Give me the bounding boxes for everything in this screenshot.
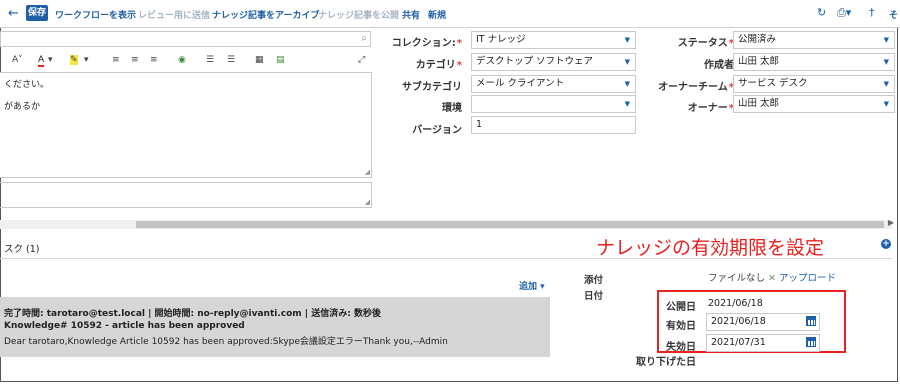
chevron-down-icon: ▼ [883,100,889,108]
send-for-review-button[interactable]: レビュー用に送信 [138,8,210,21]
editor-toolbar: A˅ A ▾ ✎ ▾ ≡ ≡ ≡ ◉ ☰ ☰ ▦ ▤ ⤢ [0,50,372,73]
owner-team-select[interactable]: サービス デスク ▼ [733,75,895,93]
collection-label: コレクション:* [391,38,462,49]
collection-select[interactable]: IT ナレッジ ▼ [471,31,636,49]
owner-team-label: オーナーチーム* [658,82,734,93]
horizontal-scrollbar[interactable]: ▶ [0,218,894,229]
subcategory-select[interactable]: メール クライアント ▼ [471,75,636,93]
chevron-down-icon: ▼ [624,36,630,44]
category-label: カテゴリ* [415,60,462,71]
status-select[interactable]: 公開済み ▼ [733,31,895,49]
add-icon[interactable]: + [881,239,891,249]
search-icon[interactable]: ⌕ [361,33,367,44]
fullscreen-icon[interactable]: ⤢ [358,55,365,65]
creator-select[interactable]: 山田 太郎 ▼ [733,53,895,71]
dates-heading: 日付 [584,291,604,302]
upload-link[interactable]: アップロード [779,273,836,284]
email-body: Dear tarotaro,Knowledge Article 10592 ha… [4,337,448,347]
editor-text-line: ください。 [4,80,50,90]
version-label: バージョン [412,125,462,136]
new-button[interactable]: 新規 [428,8,446,21]
add-dropdown-button[interactable]: 追加 ▾ [519,279,545,292]
align-right-icon[interactable]: ≡ [150,55,158,65]
owner-select[interactable]: 山田 太郎 ▼ [733,95,895,113]
attachment-status: ファイルなし ✕ アップロード [708,273,837,284]
chevron-down-icon: ▼ [624,80,630,88]
refresh-icon[interactable]: ↻ [817,6,826,19]
chevron-down-icon: ▼ [883,36,889,44]
category-select[interactable]: デスクトップ ソフトウェア ▼ [471,53,636,71]
resize-handle-icon[interactable]: ◢ [365,198,370,206]
font-size-icon[interactable]: A˅ [12,55,23,65]
font-color-icon[interactable]: A [38,55,45,67]
toolbar: ← 保存 ワークフローを表示 レビュー用に送信 ナレッジ記事をアーカイブ ナレッ… [0,0,900,27]
close-icon[interactable]: ✕ [768,273,776,284]
share-button[interactable]: 共有 [402,8,420,21]
more-menu[interactable]: そ [889,8,898,21]
expiry-date-input[interactable]: 2021/07/31 [706,334,820,352]
tasks-tab-label[interactable]: スク (1) [4,241,39,255]
effective-date-input[interactable]: 2021/06/18 [706,313,820,331]
highlight-icon[interactable]: ✎ [70,55,78,65]
print-icon[interactable]: ⎙▾ [837,6,851,20]
align-left-icon[interactable]: ≡ [112,55,120,65]
published-date-value: 2021/06/18 [708,298,763,309]
toolbar-divider [0,27,900,28]
back-arrow-icon[interactable]: ← [8,6,19,21]
email-activity-card[interactable]: 完了時間: tarotaro@test.local | 開始時間: no-rep… [0,297,550,357]
image-icon[interactable]: ▦ [255,55,264,65]
environment-label: 環境 [442,103,462,114]
environment-select[interactable]: ▼ [471,95,636,113]
link-icon[interactable]: ◉ [178,55,186,65]
subcategory-label: サブカテゴリ [402,82,462,93]
chevron-down-icon: ▼ [624,100,630,108]
withdrawn-date-label: 取り下げた日 [636,357,696,368]
creator-label: 作成者 [704,60,734,71]
bullet-list-icon[interactable]: ☰ [227,55,235,65]
status-label: ステータス* [677,38,734,49]
archive-article-button[interactable]: ナレッジ記事をアーカイブ [212,8,319,21]
effective-date-label: 有効日 [666,321,696,332]
scrollbar-thumb[interactable] [136,221,884,228]
annotation-text: ナレッジの有効期限を設定 [596,237,825,259]
scroll-right-icon[interactable]: ▶ [888,218,894,227]
save-button[interactable]: 保存 [26,5,48,21]
publish-article-button[interactable]: ナレッジ記事を公開 [318,8,399,21]
highlight-dropdown-icon[interactable]: ▾ [84,55,89,65]
align-center-icon[interactable]: ≡ [131,55,139,65]
article-body-editor[interactable]: ください。 があるか ◢ [0,72,372,178]
owner-label: オーナー* [687,103,734,114]
chevron-down-icon: ▼ [624,58,630,66]
attachment-label: 添付 [584,275,604,286]
version-input[interactable]: 1 [471,116,636,134]
font-color-dropdown-icon[interactable]: ▾ [48,55,53,65]
email-meta: 完了時間: tarotaro@test.local | 開始時間: no-rep… [4,309,381,319]
secondary-editor[interactable]: ◢ [0,182,372,208]
search-input[interactable]: ⌕ [0,31,371,47]
ordered-list-icon[interactable]: ☰ [206,55,214,65]
chevron-down-icon: ▼ [883,58,889,66]
calendar-icon[interactable] [806,315,816,326]
resize-handle-icon[interactable]: ◢ [365,168,370,176]
email-subject: Knowledge# 10592 - article has been appr… [4,321,245,331]
published-date-label: 公開日 [666,302,696,313]
chevron-down-icon: ▼ [883,80,889,88]
editor-text-line: があるか [4,102,41,112]
expiry-date-label: 失効日 [666,342,696,353]
view-workflow-button[interactable]: ワークフローを表示 [55,8,136,21]
table-icon[interactable]: ▤ [276,55,285,65]
pin-icon[interactable]: † [869,6,875,19]
calendar-icon[interactable] [806,336,816,347]
